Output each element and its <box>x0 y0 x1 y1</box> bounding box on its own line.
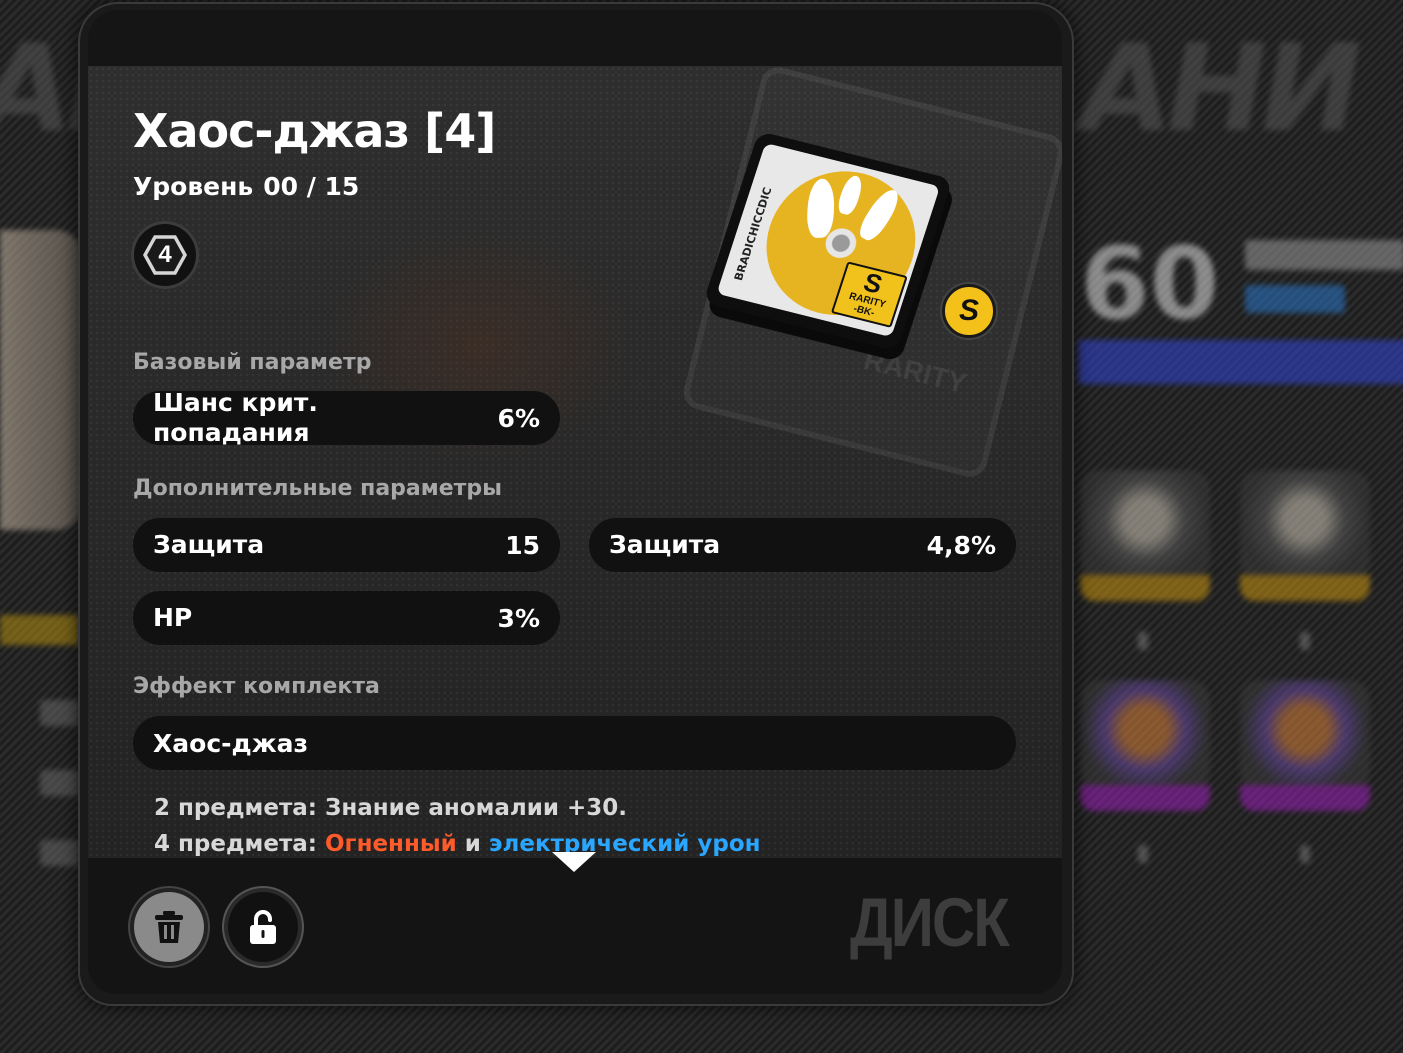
bg-slot-dot <box>1138 632 1148 650</box>
bg-slot-bar <box>1080 575 1210 601</box>
bg-progress-bar <box>1078 340 1403 384</box>
fire-damage-keyword: Огненный <box>325 831 457 857</box>
set-bonus-4-mid: и <box>456 831 489 857</box>
bg-left-item <box>40 770 80 796</box>
stat-value: 6% <box>497 403 540 433</box>
unlock-icon <box>250 910 276 944</box>
bg-level-number: 60 <box>1080 225 1220 342</box>
set-slot-number: 4 <box>147 238 183 272</box>
disc-artwork: RARITY BRADICHICCDIC S RARITY -BK- S <box>668 66 1062 486</box>
bg-slot-bar <box>1080 785 1210 811</box>
base-stat-row: Шанс крит. попадания 6% <box>133 388 560 447</box>
bg-slot-dot <box>1138 845 1148 863</box>
stat-name: Шанс крит. попадания <box>153 388 318 447</box>
sub-stat-row: HP 3% <box>133 591 560 645</box>
stat-value: 4,8% <box>926 530 996 560</box>
lock-toggle-button[interactable] <box>228 892 298 962</box>
base-stat-label: Базовый параметр <box>133 350 372 375</box>
set-effect-label: Эффект комплекта <box>133 674 380 699</box>
level-value: 00 / 15 <box>263 172 360 201</box>
sub-stats-label: Дополнительные параметры <box>133 476 503 501</box>
trash-button[interactable] <box>134 892 204 962</box>
stat-value: 15 <box>505 530 540 560</box>
disc-level: Уровень 00 / 15 <box>133 172 359 201</box>
bg-slot-bar <box>1240 785 1370 811</box>
bg-left-strip <box>0 615 80 645</box>
sub-stat-row: Защита 4,8% <box>589 518 1016 572</box>
set-name: Хаос-джаз <box>153 728 308 758</box>
disc-title: Хаос-джаз [4] <box>133 104 496 158</box>
bg-title-right: АНИ <box>1080 20 1362 159</box>
bg-disc-slot <box>1080 680 1210 790</box>
bg-disc-slot <box>1240 680 1370 790</box>
bg-disc-slot <box>1240 470 1370 580</box>
sub-stat-row: Защита 15 <box>133 518 560 572</box>
bg-level-max <box>1245 285 1345 313</box>
hex-frame-icon: 4 <box>143 235 187 275</box>
set-slot-badge: 4 <box>134 224 196 286</box>
set-name-row: Хаос-джаз <box>133 716 1016 770</box>
bg-slot-dot <box>1300 632 1310 650</box>
stat-name: Защита <box>609 530 721 559</box>
panel-topbar <box>88 10 1062 66</box>
electric-damage-keyword: электрический урон <box>488 831 761 857</box>
stat-value: 3% <box>497 603 540 633</box>
bg-character-portrait <box>0 230 85 530</box>
stat-name: HP <box>153 603 193 632</box>
set-effect-description: 2 предмета: Знание аномалии +30. 4 предм… <box>154 790 1014 858</box>
set-bonus-4-prefix: 4 предмета: <box>154 831 325 857</box>
bg-disc-slot <box>1080 470 1210 580</box>
bg-slot-dot <box>1300 845 1310 863</box>
bg-slot-bar <box>1240 575 1370 601</box>
bg-left-item <box>40 840 80 866</box>
stat-name: Защита <box>153 530 265 559</box>
bg-left-item <box>40 700 80 726</box>
disc-detail-panel[interactable]: RARITY BRADICHICCDIC S RARITY -BK- S Хао… <box>88 66 1062 858</box>
disc-card-face: BRADICHICCDIC S RARITY -BK- <box>716 142 941 338</box>
set-bonus-2: 2 предмета: Знание аномалии +30. <box>154 795 627 821</box>
rank-s-badge: S <box>942 284 996 338</box>
trash-icon <box>155 911 183 943</box>
category-label: ДИСК <box>850 883 1010 962</box>
bg-level-word <box>1245 240 1403 270</box>
level-label: Уровень <box>133 172 254 201</box>
